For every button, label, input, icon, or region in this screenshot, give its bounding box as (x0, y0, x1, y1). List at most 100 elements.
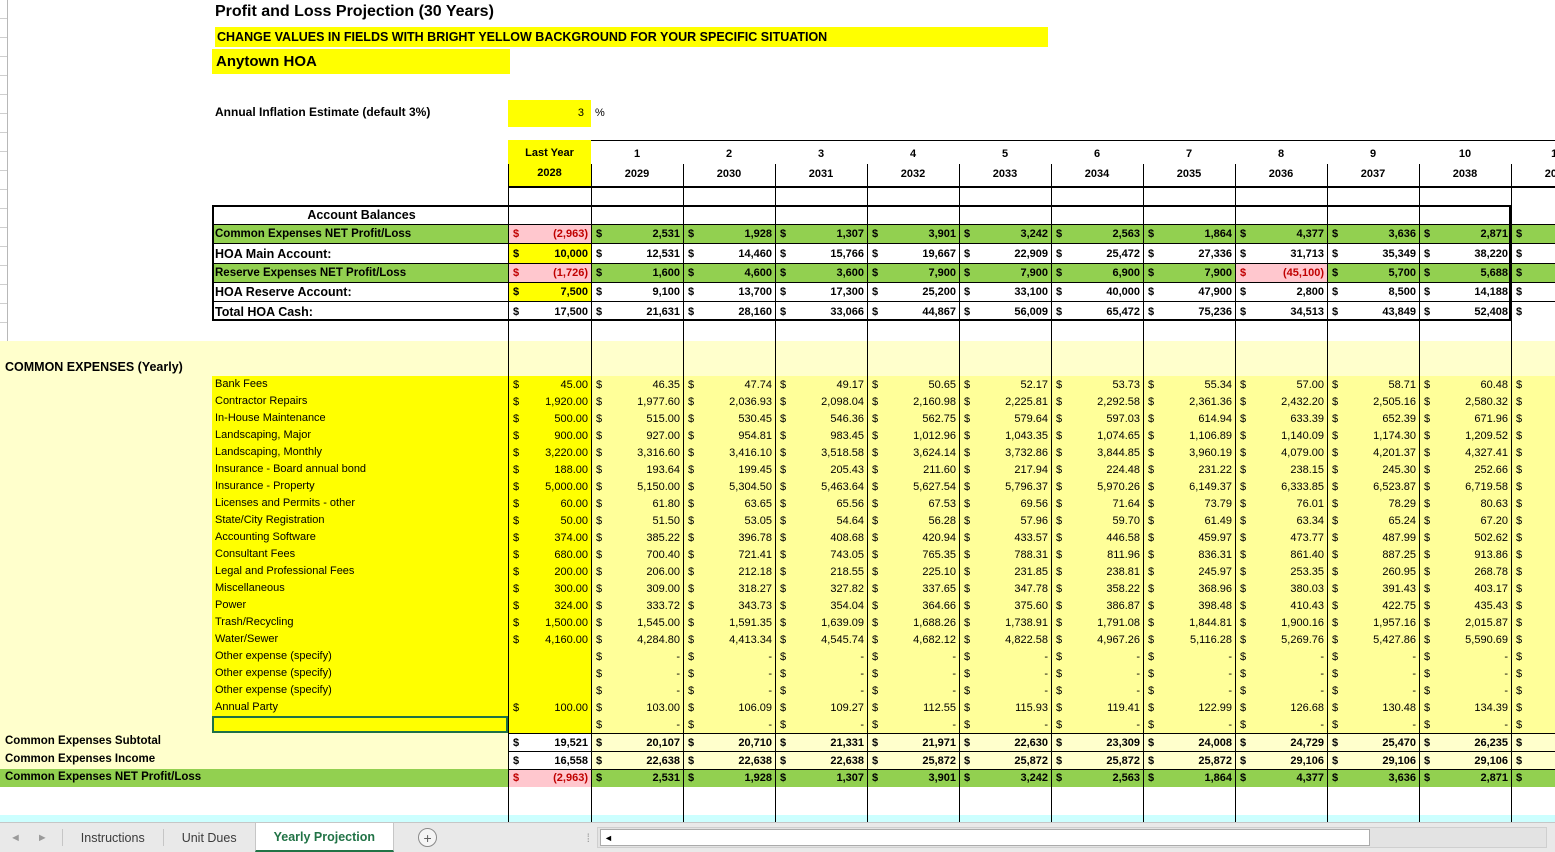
summary-value-cell[interactable]: $2,563 (1051, 769, 1143, 787)
expense-value-cell[interactable]: $343.73 (683, 597, 775, 614)
expense-value-cell[interactable]: $913.86 (1419, 546, 1511, 563)
expense-value-cell[interactable]: $206.00 (591, 563, 683, 580)
expense-label-cell[interactable]: Other expense (specify) (212, 665, 508, 682)
expense-value-cell[interactable]: $327.82 (775, 580, 867, 597)
expense-value-cell[interactable]: $- (683, 682, 775, 699)
expense-value-cell[interactable]: $515.00 (591, 410, 683, 427)
expense-value-cell[interactable]: $2,160.98 (867, 393, 959, 410)
balance-value-cell[interactable]: $12,531 (591, 244, 683, 263)
column-header-year-2035[interactable]: 72035 (1143, 141, 1235, 186)
expense-value-cell[interactable]: $276.84 (1511, 563, 1555, 580)
expense-value-cell[interactable]: $67.53 (867, 495, 959, 512)
summary-value-cell[interactable]: $29,106 (1511, 751, 1555, 769)
balance-row-label[interactable]: Reserve Expenses NET Profit/Loss (212, 264, 508, 282)
expense-value-cell[interactable]: $1,738.91 (959, 614, 1051, 631)
expense-label-cell[interactable]: Insurance - Board annual bond (212, 461, 508, 478)
scroll-left-icon[interactable]: ◄ (601, 833, 613, 843)
expense-value-cell[interactable]: $6,523.87 (1327, 478, 1419, 495)
expense-value-cell[interactable]: $- (591, 716, 683, 733)
expense-last-year-cell[interactable]: $900.00 (508, 427, 591, 444)
summary-row-label[interactable]: Common Expenses NET Profit/Loss (0, 769, 508, 787)
expense-value-cell[interactable]: $765.35 (867, 546, 959, 563)
balance-value-cell[interactable]: $3,600 (775, 264, 867, 282)
expense-value-cell[interactable]: $61.49 (1143, 512, 1235, 529)
balance-value-cell[interactable]: $27,336 (1143, 244, 1235, 263)
expense-label-cell[interactable]: Power (212, 597, 508, 614)
summary-value-cell[interactable]: $2,531 (591, 769, 683, 787)
column-header-year-2033[interactable]: 52033 (959, 141, 1051, 186)
expense-value-cell[interactable]: $- (1051, 665, 1143, 682)
expense-value-cell[interactable]: $333.72 (591, 597, 683, 614)
expense-value-cell[interactable]: $2,361.36 (1143, 393, 1235, 410)
expense-value-cell[interactable]: $408.68 (775, 529, 867, 546)
expense-value-cell[interactable]: $692.12 (1511, 410, 1555, 427)
expense-value-cell[interactable]: $927.00 (591, 427, 683, 444)
expense-last-year-cell[interactable] (508, 716, 591, 733)
summary-value-cell[interactable]: $22,638 (683, 751, 775, 769)
expense-value-cell[interactable]: $- (1143, 648, 1235, 665)
expense-value-cell[interactable]: $112.55 (867, 699, 959, 716)
expense-value-cell[interactable]: $1,043.35 (959, 427, 1051, 444)
expense-value-cell[interactable]: $67.20 (1419, 512, 1511, 529)
balance-value-cell[interactable]: $1,307 (775, 225, 867, 243)
expense-value-cell[interactable]: $- (683, 648, 775, 665)
column-header-year-2034[interactable]: 62034 (1051, 141, 1143, 186)
summary-value-cell[interactable]: $25,872 (1051, 751, 1143, 769)
summary-value-cell[interactable]: $22,638 (591, 751, 683, 769)
expense-value-cell[interactable]: $3,416.10 (683, 444, 775, 461)
expense-value-cell[interactable]: $218.55 (775, 563, 867, 580)
balance-value-cell[interactable]: $43,849 (1327, 302, 1419, 321)
summary-value-cell[interactable]: $22,630 (959, 733, 1051, 751)
expense-value-cell[interactable]: $268.78 (1419, 563, 1511, 580)
expense-value-cell[interactable]: $- (591, 682, 683, 699)
expense-value-cell[interactable]: $396.78 (683, 529, 775, 546)
column-header-year-2032[interactable]: 42032 (867, 141, 959, 186)
expense-value-cell[interactable]: $1,106.89 (1143, 427, 1235, 444)
expense-last-year-cell[interactable]: $50.00 (508, 512, 591, 529)
expense-value-cell[interactable]: $318.27 (683, 580, 775, 597)
summary-value-cell[interactable]: $2,084 (1511, 769, 1555, 787)
balance-last-year-cell[interactable]: $10,000 (508, 244, 591, 263)
expense-value-cell[interactable]: $502.62 (1419, 529, 1511, 546)
tab-nav-left-icon[interactable]: ◄ (10, 832, 21, 844)
summary-last-year-cell[interactable]: $(2,963) (508, 769, 591, 787)
balance-last-year-cell[interactable]: $17,500 (508, 302, 591, 321)
balance-value-cell[interactable]: $19,667 (867, 244, 959, 263)
expense-value-cell[interactable]: $364.66 (867, 597, 959, 614)
balance-value-cell[interactable]: $56,009 (959, 302, 1051, 321)
expense-value-cell[interactable]: $1,688.26 (867, 614, 959, 631)
balance-value-cell[interactable]: $5,688 (1419, 264, 1511, 282)
expense-value-cell[interactable]: $- (1327, 648, 1419, 665)
expense-value-cell[interactable]: $106.09 (683, 699, 775, 716)
summary-value-cell[interactable]: $1,307 (775, 769, 867, 787)
expense-value-cell[interactable]: $861.40 (1235, 546, 1327, 563)
expense-value-cell[interactable]: $459.97 (1143, 529, 1235, 546)
tab-nav-right-icon[interactable]: ► (37, 832, 48, 844)
expense-value-cell[interactable]: $614.94 (1143, 410, 1235, 427)
expense-last-year-cell[interactable]: $324.00 (508, 597, 591, 614)
balance-row-label[interactable]: Common Expenses NET Profit/Loss (212, 225, 508, 243)
expense-value-cell[interactable]: $473.77 (1235, 529, 1327, 546)
balance-value-cell[interactable]: $25,472 (1051, 244, 1143, 263)
expense-value-cell[interactable]: $- (1511, 665, 1555, 682)
expense-value-cell[interactable]: $211.60 (867, 461, 959, 478)
expense-value-cell[interactable]: $50.65 (867, 376, 959, 393)
balance-value-cell[interactable]: $6,900 (1051, 264, 1143, 282)
balance-value-cell[interactable]: $44,867 (867, 302, 959, 321)
expense-last-year-cell[interactable]: $374.00 (508, 529, 591, 546)
expense-value-cell[interactable]: $4,413.34 (683, 631, 775, 648)
expense-value-cell[interactable]: $433.57 (959, 529, 1051, 546)
expense-value-cell[interactable]: $- (775, 648, 867, 665)
balance-value-cell[interactable]: $7,900 (1143, 264, 1235, 282)
expense-value-cell[interactable]: $358.22 (1051, 580, 1143, 597)
expense-value-cell[interactable]: $- (1051, 716, 1143, 733)
balance-value-cell[interactable]: $31,713 (1235, 244, 1327, 263)
expense-value-cell[interactable]: $260.24 (1511, 461, 1555, 478)
expense-last-year-cell[interactable]: $4,160.00 (508, 631, 591, 648)
expense-value-cell[interactable]: $391.43 (1327, 580, 1419, 597)
expense-value-cell[interactable]: $- (1419, 648, 1511, 665)
expense-value-cell[interactable]: $517.70 (1511, 529, 1555, 546)
expense-value-cell[interactable]: $5,150.00 (591, 478, 683, 495)
balance-row-label[interactable]: Total HOA Cash: (212, 302, 508, 321)
expense-label-cell[interactable]: State/City Registration (212, 512, 508, 529)
